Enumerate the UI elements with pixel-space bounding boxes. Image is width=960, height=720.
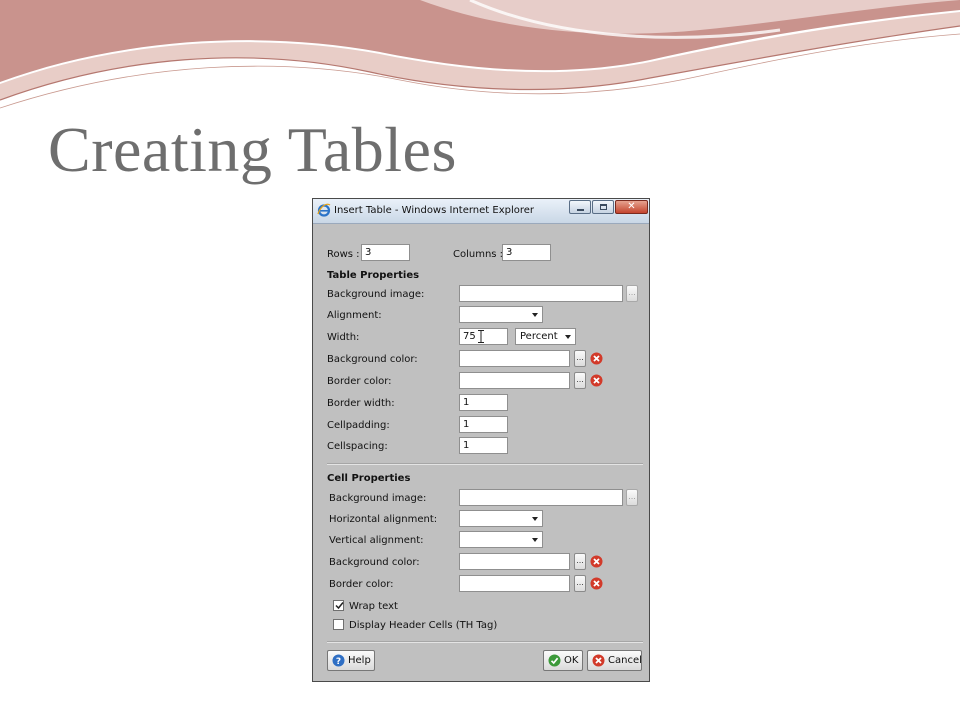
columns-input[interactable]: 3 xyxy=(502,244,551,261)
close-button[interactable]: ✕ xyxy=(615,200,648,214)
clear-color-icon[interactable] xyxy=(590,374,603,387)
close-icon: ✕ xyxy=(627,201,636,212)
cell-background-color-input[interactable] xyxy=(459,553,570,570)
chevron-down-icon xyxy=(532,538,538,542)
cell-background-image-input[interactable] xyxy=(459,489,623,506)
table-background-image-label: Background image: xyxy=(327,289,425,300)
ok-button-label: OK xyxy=(564,655,579,666)
table-properties-heading: Table Properties xyxy=(327,270,420,281)
border-width-label: Border width: xyxy=(327,398,395,409)
table-width-unit-select[interactable]: Percent xyxy=(515,328,576,345)
insert-table-dialog: Insert Table - Windows Internet Explorer… xyxy=(312,198,650,682)
table-background-image-browse-button[interactable]: ... xyxy=(626,285,638,302)
help-icon: ? xyxy=(332,654,345,667)
chevron-down-icon xyxy=(565,335,571,339)
wrap-text-label: Wrap text xyxy=(349,601,398,612)
cancel-button[interactable]: Cancel xyxy=(587,650,642,671)
cancel-button-label: Cancel xyxy=(608,655,642,666)
table-border-color-input[interactable] xyxy=(459,372,570,389)
display-header-cells-label: Display Header Cells (TH Tag) xyxy=(349,620,498,631)
columns-label: Columns : xyxy=(453,249,504,260)
cell-background-image-label: Background image: xyxy=(329,493,427,504)
horizontal-alignment-select[interactable] xyxy=(459,510,543,527)
cell-background-image-browse-button[interactable]: ... xyxy=(626,489,638,506)
text-cursor-icon xyxy=(478,330,484,343)
cell-properties-heading: Cell Properties xyxy=(327,473,411,484)
cell-background-color-label: Background color: xyxy=(329,557,420,568)
cell-border-color-label: Border color: xyxy=(329,579,394,590)
rows-input[interactable]: 3 xyxy=(361,244,410,261)
cellspacing-input[interactable]: 1 xyxy=(459,437,508,454)
display-header-cells-checkbox[interactable] xyxy=(333,619,344,630)
window-title: Insert Table - Windows Internet Explorer xyxy=(334,205,535,216)
table-background-color-input[interactable] xyxy=(459,350,570,367)
horizontal-alignment-label: Horizontal alignment: xyxy=(329,514,438,525)
help-button[interactable]: ? Help xyxy=(327,650,375,671)
clear-color-icon[interactable] xyxy=(590,555,603,568)
chevron-down-icon xyxy=(532,517,538,521)
table-alignment-label: Alignment: xyxy=(327,310,382,321)
title-bar[interactable]: Insert Table - Windows Internet Explorer… xyxy=(313,199,649,224)
maximize-button[interactable] xyxy=(592,200,614,214)
ok-icon xyxy=(548,654,561,667)
table-border-color-picker-button[interactable]: ... xyxy=(574,372,586,389)
table-border-color-label: Border color: xyxy=(327,376,392,387)
cellpadding-label: Cellpadding: xyxy=(327,420,390,431)
cancel-icon xyxy=(592,654,605,667)
table-background-image-input[interactable] xyxy=(459,285,623,302)
minimize-icon xyxy=(576,208,584,211)
section-divider xyxy=(327,463,643,465)
clear-color-icon[interactable] xyxy=(590,577,603,590)
slide-title: Creating Tables xyxy=(48,114,457,185)
vertical-alignment-label: Vertical alignment: xyxy=(329,535,424,546)
wrap-text-checkbox[interactable] xyxy=(333,600,344,611)
ok-button[interactable]: OK xyxy=(543,650,583,671)
table-width-label: Width: xyxy=(327,332,360,343)
checkmark-icon xyxy=(335,602,344,610)
table-alignment-select[interactable] xyxy=(459,306,543,323)
section-divider xyxy=(327,641,643,643)
table-background-color-label: Background color: xyxy=(327,354,418,365)
help-button-label: Help xyxy=(348,655,371,666)
minimize-button[interactable] xyxy=(569,200,591,214)
vertical-alignment-select[interactable] xyxy=(459,531,543,548)
cell-background-color-picker-button[interactable]: ... xyxy=(574,553,586,570)
table-width-input[interactable]: 75 xyxy=(459,328,508,345)
table-background-color-picker-button[interactable]: ... xyxy=(574,350,586,367)
cellspacing-label: Cellspacing: xyxy=(327,441,388,452)
cell-border-color-picker-button[interactable]: ... xyxy=(574,575,586,592)
rows-label: Rows : xyxy=(327,249,360,260)
border-width-input[interactable]: 1 xyxy=(459,394,508,411)
table-width-unit-value: Percent xyxy=(520,331,558,342)
table-width-value: 75 xyxy=(463,331,476,342)
ie-logo-icon xyxy=(317,203,331,217)
cell-border-color-input[interactable] xyxy=(459,575,570,592)
cellpadding-input[interactable]: 1 xyxy=(459,416,508,433)
svg-text:?: ? xyxy=(336,657,341,667)
chevron-down-icon xyxy=(532,313,538,317)
clear-color-icon[interactable] xyxy=(590,352,603,365)
maximize-icon xyxy=(599,204,607,210)
